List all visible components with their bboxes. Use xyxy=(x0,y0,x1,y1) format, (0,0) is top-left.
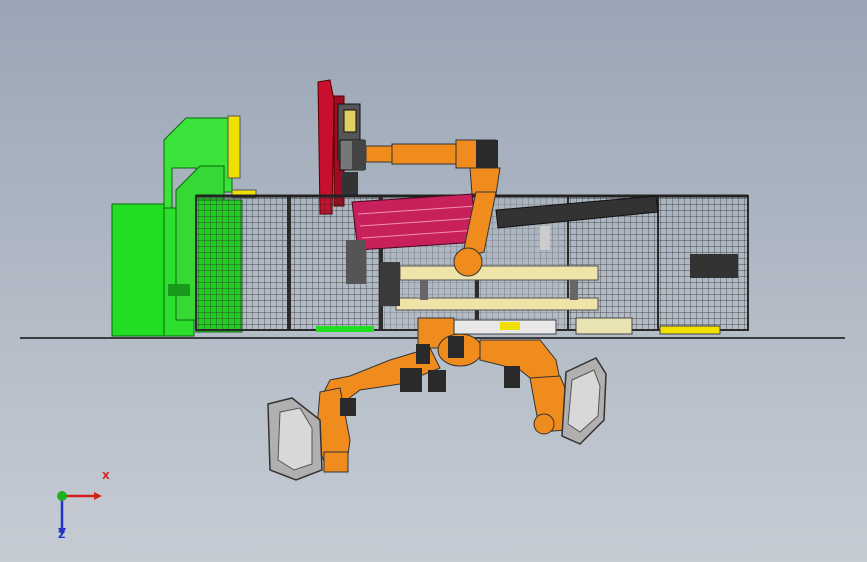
cad-viewport[interactable]: X Z xyxy=(0,0,867,562)
z-axis-label: Z xyxy=(58,530,66,541)
x-axis-label: X xyxy=(102,471,110,482)
orientation-triad: X Z xyxy=(44,471,114,548)
robot-cell-model[interactable] xyxy=(0,0,867,562)
lower-robot-assembly[interactable] xyxy=(267,317,607,481)
triad-axes-icon xyxy=(57,491,102,536)
